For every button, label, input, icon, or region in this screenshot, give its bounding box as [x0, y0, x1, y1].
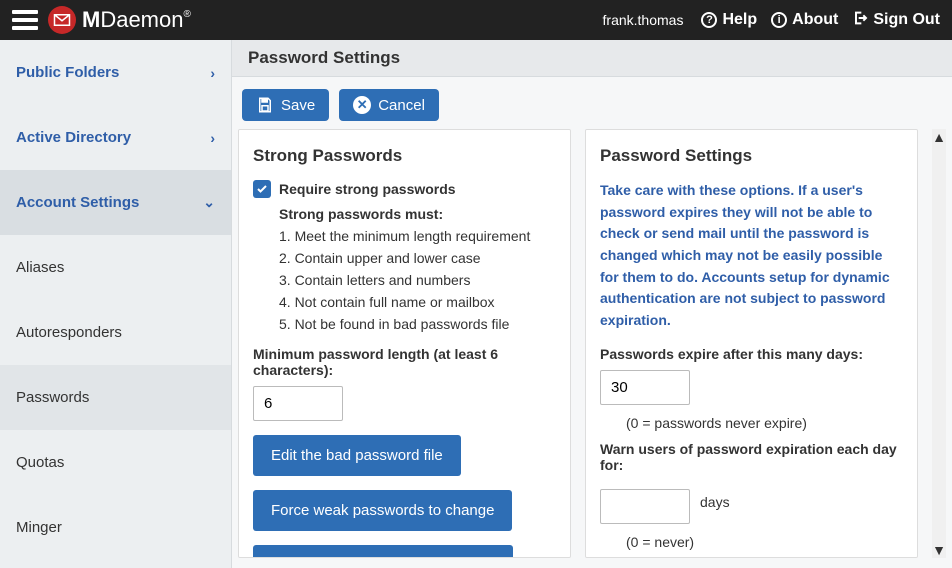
warn-label: Warn users of password expiration each d…: [600, 441, 903, 473]
sidebar-item-label: Minger: [16, 519, 62, 536]
password-settings-heading: Password Settings: [600, 146, 903, 166]
minlen-label: Minimum password length (at least 6 char…: [253, 346, 556, 378]
sidebar-item-label: Passwords: [16, 389, 89, 406]
page-title: Password Settings: [232, 40, 952, 77]
save-label: Save: [281, 97, 315, 114]
scroll-down-icon[interactable]: ▼: [932, 542, 946, 558]
expire-days-input[interactable]: [600, 370, 690, 405]
cancel-label: Cancel: [378, 97, 425, 114]
strong-rule: 1. Meet the minimum length requirement: [279, 228, 556, 244]
signout-label: Sign Out: [873, 11, 940, 29]
menu-icon[interactable]: [12, 6, 38, 34]
brand-text: MDaemon®: [82, 7, 191, 33]
sidebar-item-aliases[interactable]: Aliases: [0, 235, 231, 300]
expire-label: Passwords expire after this many days:: [600, 346, 903, 362]
strong-rule: 4. Not contain full name or mailbox: [279, 294, 556, 310]
help-label: Help: [722, 11, 757, 29]
strong-rule: 3. Contain letters and numbers: [279, 272, 556, 288]
scroll-up-icon[interactable]: ▲: [932, 129, 946, 145]
warn-unit: days: [700, 494, 730, 510]
strong-must-label: Strong passwords must:: [279, 206, 556, 222]
info-icon: i: [771, 12, 787, 28]
chevron-right-icon: ›: [210, 130, 215, 146]
warn-hint: (0 = never): [626, 534, 903, 550]
brand-mark-icon: [48, 6, 76, 34]
about-label: About: [792, 11, 838, 29]
cancel-icon: ✕: [353, 96, 371, 114]
warn-days-input[interactable]: [600, 489, 690, 524]
password-settings-warning: Take care with these options. If a user'…: [600, 180, 903, 332]
sidebar-group-label: Account Settings: [16, 194, 139, 211]
minlen-input[interactable]: [253, 386, 343, 421]
strong-rule: 2. Contain upper and lower case: [279, 250, 556, 266]
help-link[interactable]: ? Help: [701, 11, 757, 29]
chevron-down-icon: ⌄: [203, 194, 215, 211]
sidebar-group-public-folders[interactable]: Public Folders ›: [0, 40, 231, 105]
sidebar-group-label: Active Directory: [16, 129, 131, 146]
sidebar-item-autoresponders[interactable]: Autoresponders: [0, 300, 231, 365]
sidebar-item-minger[interactable]: Minger: [0, 495, 231, 560]
expire-hint: (0 = passwords never expire): [626, 415, 903, 431]
sidebar-item-label: Aliases: [16, 259, 64, 276]
strong-passwords-panel: Strong Passwords Require strong password…: [238, 129, 571, 558]
cancel-button[interactable]: ✕ Cancel: [339, 89, 439, 121]
brand-logo-area: MDaemon®: [48, 6, 191, 34]
generate-report-button[interactable]: Generate Weak Password Report: [253, 545, 513, 558]
require-strong-checkbox[interactable]: [253, 180, 271, 198]
signout-icon: [852, 10, 868, 31]
save-icon: [256, 96, 274, 114]
sidebar[interactable]: Public Folders › Active Directory › Acco…: [0, 40, 232, 568]
about-link[interactable]: i About: [771, 11, 838, 29]
save-button[interactable]: Save: [242, 89, 329, 121]
strong-passwords-heading: Strong Passwords: [253, 146, 556, 166]
help-icon: ?: [701, 12, 717, 28]
content-scrollbar[interactable]: ▲ ▼: [932, 129, 946, 558]
sidebar-item-label: Quotas: [16, 454, 64, 471]
sidebar-group-label: Public Folders: [16, 64, 119, 81]
strong-rule: 5. Not be found in bad passwords file: [279, 316, 556, 332]
sidebar-item-label: Autoresponders: [16, 324, 122, 341]
password-settings-panel: Password Settings Take care with these o…: [585, 129, 918, 558]
edit-bad-password-button[interactable]: Edit the bad password file: [253, 435, 461, 476]
strong-rules-list: 1. Meet the minimum length requirement 2…: [279, 228, 556, 332]
sidebar-item-passwords[interactable]: Passwords: [0, 365, 231, 430]
require-strong-label: Require strong passwords: [279, 181, 456, 197]
chevron-right-icon: ›: [210, 65, 215, 81]
signout-link[interactable]: Sign Out: [852, 10, 940, 31]
force-weak-button[interactable]: Force weak passwords to change: [253, 490, 512, 531]
sidebar-group-active-directory[interactable]: Active Directory ›: [0, 105, 231, 170]
current-user: frank.thomas: [603, 12, 684, 28]
sidebar-item-quotas[interactable]: Quotas: [0, 430, 231, 495]
sidebar-group-account-settings[interactable]: Account Settings ⌄: [0, 170, 231, 235]
